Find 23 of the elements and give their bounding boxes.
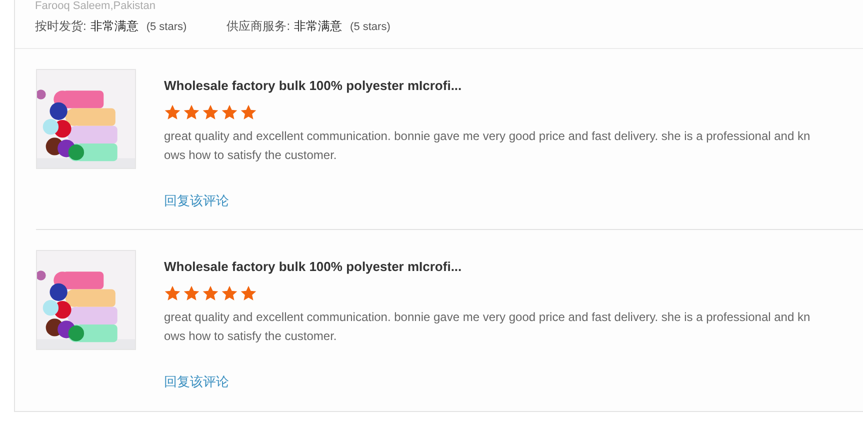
reviewer-name: Farooq Saleem,Pakistan	[35, 0, 156, 12]
rating-stars: (5 stars)	[350, 20, 390, 35]
rating-label: 按时发货:	[35, 18, 86, 35]
star-icon	[202, 284, 219, 302]
reply-link[interactable]: 回复该评论	[164, 190, 816, 210]
star-icon	[221, 284, 238, 302]
star-icon	[183, 284, 200, 302]
star-icon	[240, 284, 257, 302]
rating-stars: (5 stars)	[146, 20, 187, 35]
rating-label: 供应商服务:	[226, 18, 290, 35]
rating-value: 非常满意	[90, 18, 138, 35]
product-title[interactable]: Wholesale factory bulk 100% polyester mIcrofi...	[164, 257, 462, 276]
star-icon	[240, 104, 257, 120]
star-icon	[183, 104, 200, 120]
star-icon	[164, 284, 181, 302]
star-icon	[221, 104, 238, 120]
review-text: great quality and excellent communication. bonnie gave me very good price and fast delivery. she is a professional and knows how to satisfy the customer.	[164, 308, 812, 344]
rating-value: 非常满意	[294, 18, 342, 35]
reply-link[interactable]: 回复该评论	[164, 372, 816, 391]
star-icon	[164, 104, 181, 120]
review-text: great quality and excellent communication. bonnie gave me very good price and fast delivery. she is a professional and knows how to satisfy the customer.	[164, 128, 812, 164]
star-icon	[202, 104, 219, 120]
product-title[interactable]: Wholesale factory bulk 100% polyester mIcrofi...	[164, 76, 462, 96]
